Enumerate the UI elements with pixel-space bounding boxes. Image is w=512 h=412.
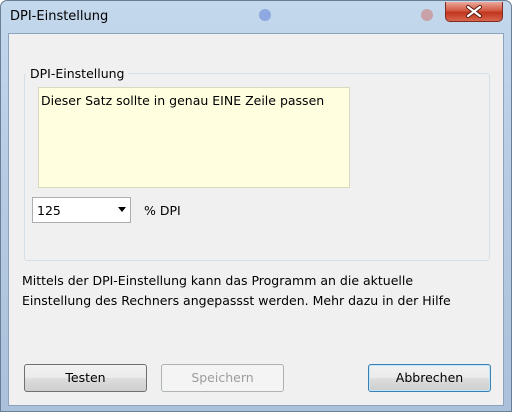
window-title: DPI-Einstellung	[10, 9, 109, 24]
dialog-client-area: DPI-Einstellung Dieser Satz sollte in ge…	[8, 33, 504, 406]
close-button[interactable]	[445, 2, 503, 22]
dialog-window: DPI-Einstellung DPI-Einstellung Dieser S…	[0, 0, 512, 412]
background-blur-shape	[259, 9, 271, 21]
background-blur-shape	[421, 9, 433, 21]
test-button[interactable]: Testen	[24, 364, 147, 392]
title-bar[interactable]: DPI-Einstellung	[1, 1, 511, 33]
dpi-dropdown[interactable]: 125	[32, 197, 131, 223]
dpi-dropdown-value: 125	[37, 203, 61, 218]
description-text: Mittels der DPI-Einstellung kann das Pro…	[22, 271, 492, 311]
chevron-down-icon	[118, 207, 126, 212]
sample-text: Dieser Satz sollte in genau EINE Zeile p…	[41, 93, 325, 108]
cancel-button[interactable]: Abbrechen	[368, 364, 491, 392]
close-icon	[466, 5, 482, 18]
description-line: Einstellung des Rechners angepassst werd…	[22, 293, 451, 308]
sample-text-box: Dieser Satz sollte in genau EINE Zeile p…	[38, 87, 350, 188]
groupbox-label: DPI-Einstellung	[26, 66, 129, 81]
description-line: Mittels der DPI-Einstellung kann das Pro…	[22, 273, 414, 288]
save-button[interactable]: Speichern	[161, 364, 284, 392]
dpi-unit-label: % DPI	[144, 203, 181, 218]
